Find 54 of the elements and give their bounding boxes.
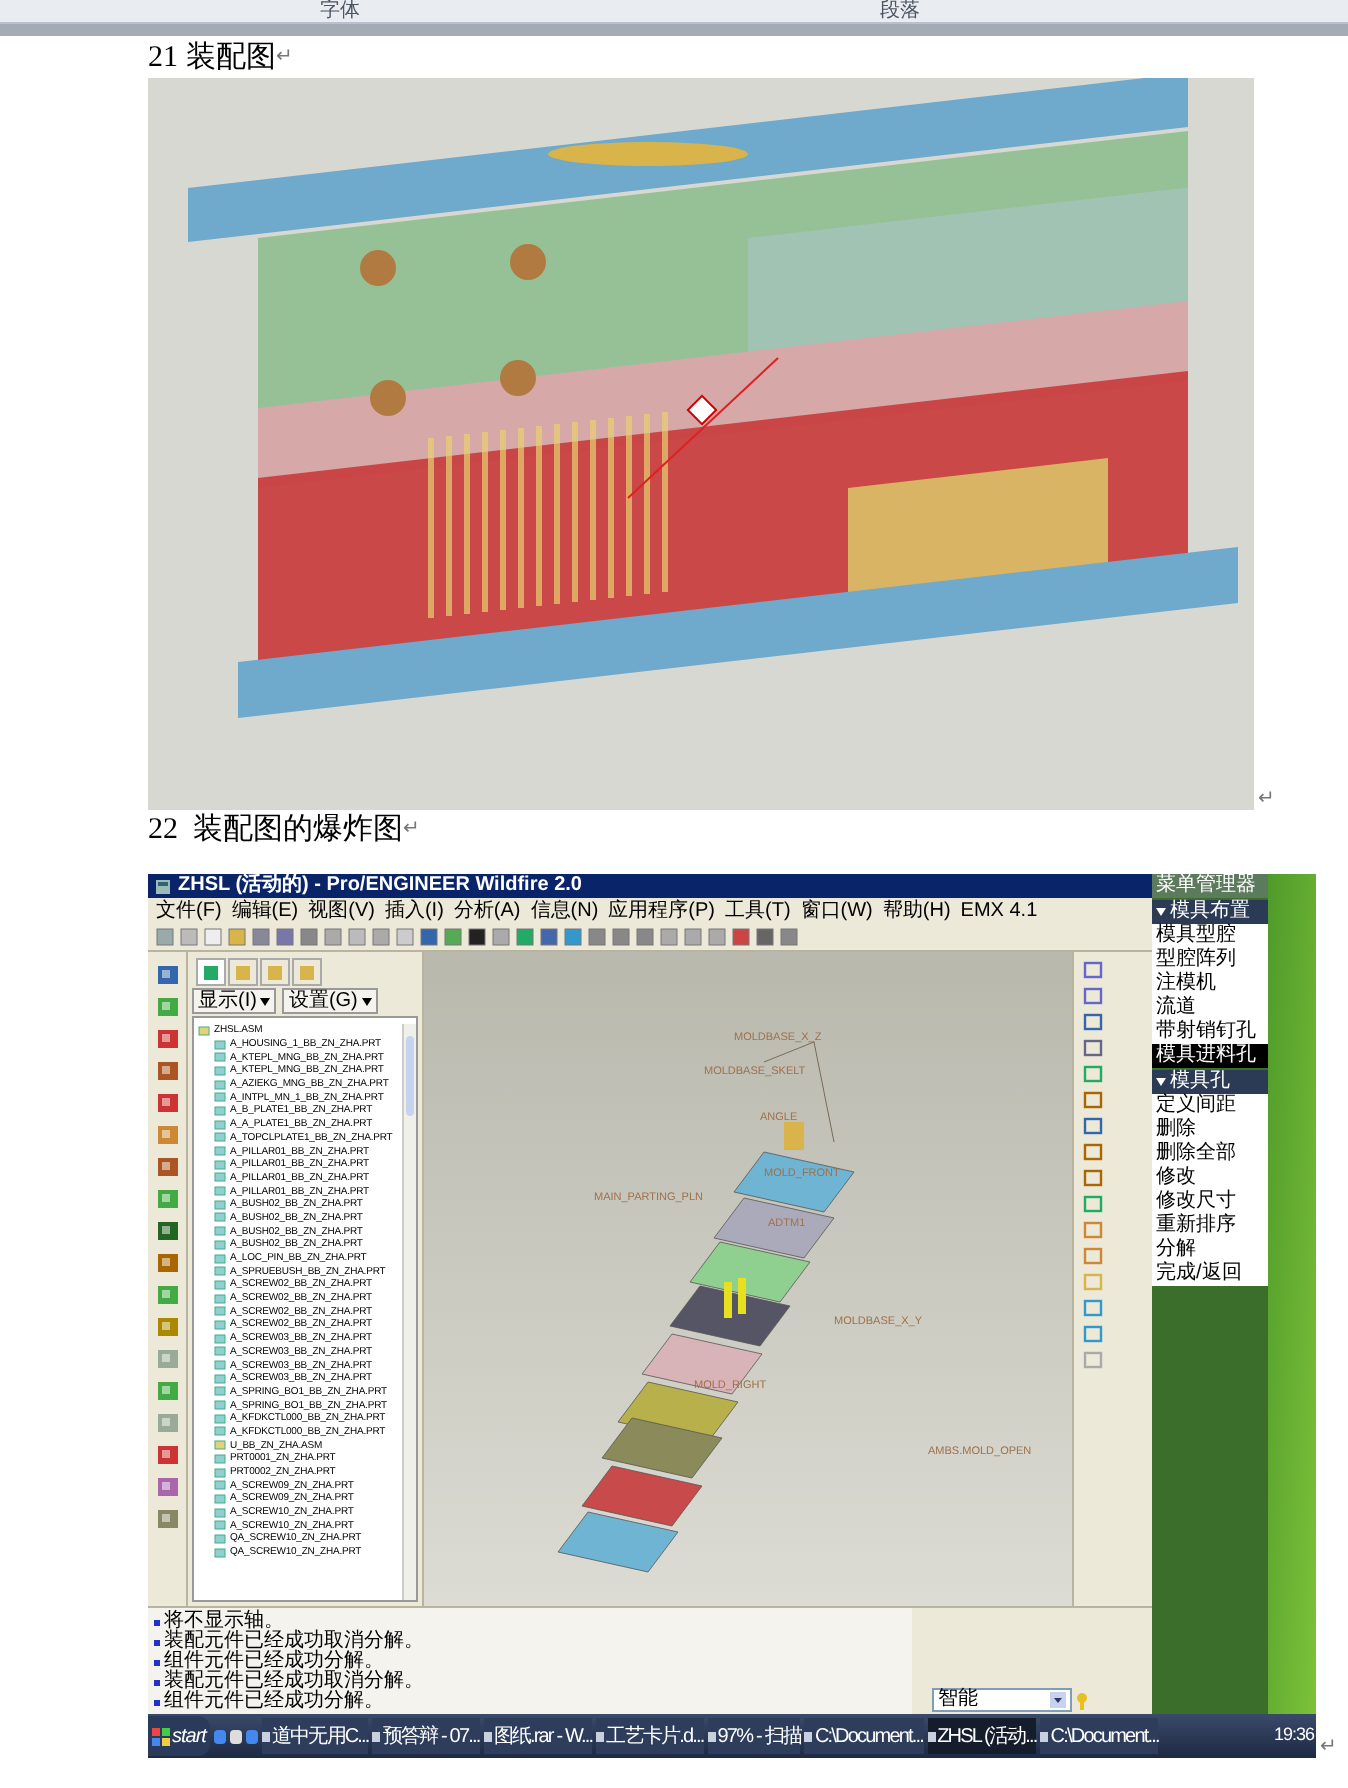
section-heading: 22 装配图的爆炸图 bbox=[148, 812, 403, 848]
menu-manager-item[interactable]: 流道 bbox=[1152, 996, 1268, 1020]
menu-item[interactable]: 文件(F) bbox=[156, 900, 222, 922]
menu-manager-item[interactable]: 分解 bbox=[1152, 1238, 1268, 1262]
menu-item[interactable]: EMX 4.1 bbox=[960, 900, 1038, 922]
menu-manager-item[interactable]: 模具进料孔 bbox=[1152, 1044, 1268, 1068]
section-heading: 21 装配图 bbox=[148, 40, 276, 76]
menu-manager-item[interactable]: 修改尺寸 bbox=[1152, 1190, 1268, 1214]
menu-manager-item[interactable]: 模具型腔 bbox=[1152, 924, 1268, 948]
menu-item[interactable]: 视图(V) bbox=[308, 900, 375, 922]
menu-item[interactable]: 应用程序(P) bbox=[608, 900, 715, 922]
paragraph-mark: ↵ bbox=[1320, 1738, 1336, 1758]
menu-item[interactable]: 编辑(E) bbox=[231, 900, 299, 922]
menu-manager-item[interactable]: 删除全部 bbox=[1152, 1142, 1268, 1166]
menu-item[interactable]: 信息(N) bbox=[530, 900, 599, 922]
paragraph-mark: ↵ bbox=[403, 820, 419, 840]
taskbar-button[interactable]: C:\Document... bbox=[1040, 1718, 1159, 1754]
taskbar-button[interactable]: 97% - 扫描 bbox=[707, 1718, 801, 1754]
tree-option-button[interactable]: 显示(I) bbox=[192, 988, 277, 1014]
window-title: ZHSL (活动的) - Pro/ENGINEER Wildfire 2.0 bbox=[178, 876, 582, 896]
ribbon-group-label: 段落 bbox=[880, 2, 920, 22]
taskbar-button[interactable]: 道中无用C... bbox=[261, 1718, 369, 1754]
taskbar-button[interactable]: C:\Document... bbox=[804, 1718, 924, 1754]
menu-manager-item[interactable]: 定义间距 bbox=[1152, 1094, 1268, 1118]
taskbar-button[interactable]: 工艺卡片.d... bbox=[596, 1718, 704, 1754]
menu-item[interactable]: 帮助(H) bbox=[882, 900, 951, 922]
menu-section-header[interactable]: 模具布置 bbox=[1152, 900, 1268, 924]
message-line: 装配元件已经成功取消分解。 bbox=[164, 1632, 424, 1652]
message-line: 将不显示轴。 bbox=[164, 1612, 284, 1632]
taskbar-button[interactable]: 图纸.rar - W... bbox=[483, 1718, 593, 1754]
menu-manager-item[interactable]: 型腔阵列 bbox=[1152, 948, 1268, 972]
menu-manager-item[interactable]: 完成/返回 bbox=[1152, 1262, 1268, 1286]
paragraph-mark: ↵ bbox=[275, 48, 292, 68]
menu-section-header[interactable]: 模具孔 bbox=[1152, 1070, 1268, 1094]
message-line: 组件元件已经成功分解。 bbox=[164, 1652, 384, 1672]
menu-manager-item[interactable]: 注模机 bbox=[1152, 972, 1268, 996]
menu-manager-item[interactable]: 带射销钉孔 bbox=[1152, 1020, 1268, 1044]
message-line: 装配元件已经成功取消分解。 bbox=[164, 1672, 424, 1692]
menu-item[interactable]: 窗口(W) bbox=[800, 900, 873, 922]
menu-item[interactable]: 插入(I) bbox=[384, 900, 444, 922]
taskbar-button[interactable]: ZHSL (活动... bbox=[927, 1718, 1037, 1754]
clock: 19:36 bbox=[1273, 1722, 1316, 1749]
paragraph-mark: ↵ bbox=[1258, 790, 1274, 810]
menu-item[interactable]: 分析(A) bbox=[453, 900, 521, 922]
tree-option-button[interactable]: 设置(G) bbox=[282, 988, 378, 1014]
menu-manager-title: 菜单管理器 bbox=[1152, 874, 1268, 898]
taskbar-button[interactable]: 预答辩 - 07... bbox=[372, 1718, 480, 1754]
menu-manager-item[interactable]: 重新排序 bbox=[1152, 1214, 1268, 1238]
menu-manager-item[interactable]: 修改 bbox=[1152, 1166, 1268, 1190]
menu-item[interactable]: 工具(T) bbox=[725, 900, 791, 922]
start-button[interactable]: start bbox=[148, 1716, 210, 1756]
menu-manager-item[interactable]: 删除 bbox=[1152, 1118, 1268, 1142]
message-line: 组件元件已经成功分解。 bbox=[164, 1692, 384, 1712]
filter-dropdown[interactable]: 智能 bbox=[932, 1688, 1072, 1712]
